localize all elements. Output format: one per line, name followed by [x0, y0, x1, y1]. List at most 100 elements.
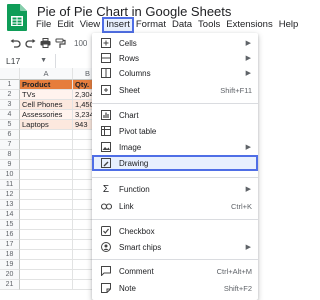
menu-item-label: Note — [119, 283, 136, 293]
insert-menu-dropdown: Cells ▶ Rows ▶ Columns ▶ Sheet Shift+F11… — [92, 33, 258, 300]
menu-item-columns[interactable]: Columns ▶ — [92, 66, 258, 80]
smart-chips-icon — [100, 241, 112, 253]
row-header[interactable]: 17 — [0, 240, 20, 250]
menu-item-pivot-table[interactable]: Pivot table — [92, 124, 258, 138]
menu-item-label: Cells — [119, 38, 137, 48]
table-cell[interactable]: Cell Phones — [20, 100, 73, 110]
empty-cell[interactable] — [20, 150, 73, 160]
menu-item-link[interactable]: Link Ctrl+K — [92, 199, 258, 213]
note-icon — [100, 282, 112, 294]
menu-data[interactable]: Data — [169, 18, 195, 32]
row-header[interactable]: 1 — [0, 80, 20, 90]
chart-icon — [100, 109, 112, 121]
empty-cell[interactable] — [20, 240, 73, 250]
menu-item-label: Pivot table — [119, 126, 157, 136]
row-header[interactable]: 9 — [0, 160, 20, 170]
menu-item-label: Image — [119, 142, 142, 152]
menu-item-comment[interactable]: Comment Ctrl+Alt+M — [92, 264, 258, 278]
menu-item-sheet[interactable]: Sheet Shift+F11 — [92, 83, 258, 97]
empty-cell[interactable] — [20, 210, 73, 220]
submenu-arrow-icon: ▶ — [245, 244, 251, 251]
menu-item-cells[interactable]: Cells ▶ — [92, 36, 258, 50]
row-header[interactable]: 2 — [0, 90, 20, 100]
row-header[interactable]: 12 — [0, 190, 20, 200]
table-cell[interactable]: TVs — [20, 90, 73, 100]
empty-cell[interactable] — [20, 170, 73, 180]
row-header[interactable]: 16 — [0, 230, 20, 240]
empty-cell[interactable] — [20, 260, 73, 270]
menu-item-rows[interactable]: Rows ▶ — [92, 51, 258, 65]
menu-item-label: Function — [119, 184, 150, 194]
chevron-down-icon: ▼ — [40, 57, 47, 64]
row-header[interactable]: 8 — [0, 150, 20, 160]
empty-cell[interactable] — [20, 270, 73, 280]
image-icon — [100, 141, 112, 153]
empty-cell[interactable] — [20, 280, 73, 290]
empty-cell[interactable] — [20, 180, 73, 190]
name-box[interactable]: L17 ▼ — [4, 54, 56, 68]
menu-item-label: Columns — [119, 68, 151, 78]
table-cell[interactable]: Assessories — [20, 110, 73, 120]
menu-item-label: Sheet — [119, 85, 140, 95]
menu-item-checkbox[interactable]: Checkbox — [92, 224, 258, 238]
empty-cell[interactable] — [20, 220, 73, 230]
row-header[interactable]: 6 — [0, 130, 20, 140]
row-header[interactable]: 13 — [0, 200, 20, 210]
menu-edit[interactable]: Edit — [54, 18, 76, 32]
row-header[interactable]: 18 — [0, 250, 20, 260]
sigma-icon: Σ — [102, 183, 110, 195]
empty-cell[interactable] — [20, 190, 73, 200]
menu-item-smart-chips[interactable]: Smart chips ▶ — [92, 240, 258, 254]
menu-item-note[interactable]: Note Shift+F2 — [92, 281, 258, 295]
submenu-arrow-icon: ▶ — [245, 55, 251, 62]
empty-cell[interactable] — [20, 200, 73, 210]
menu-view[interactable]: View — [77, 18, 103, 32]
row-header[interactable]: 15 — [0, 220, 20, 230]
table-cell[interactable]: Laptops — [20, 120, 73, 130]
row-header[interactable]: 19 — [0, 260, 20, 270]
row-header[interactable]: 3 — [0, 100, 20, 110]
row-header[interactable]: 7 — [0, 140, 20, 150]
menu-help[interactable]: Help — [276, 18, 302, 32]
submenu-arrow-icon: ▶ — [245, 144, 251, 151]
redo-icon[interactable] — [23, 36, 37, 50]
empty-cell[interactable] — [20, 160, 73, 170]
sheets-logo-icon[interactable] — [7, 4, 27, 31]
row-header[interactable]: 21 — [0, 280, 20, 290]
undo-icon[interactable] — [8, 36, 22, 50]
column-header-a[interactable]: A — [20, 68, 73, 80]
empty-cell[interactable] — [20, 250, 73, 260]
row-header[interactable]: 11 — [0, 180, 20, 190]
menu-format[interactable]: Format — [133, 18, 169, 32]
empty-cell[interactable] — [20, 140, 73, 150]
zoom-select[interactable]: 100 — [74, 39, 87, 48]
select-all-corner[interactable] — [0, 68, 20, 80]
menu-file[interactable]: File — [33, 18, 54, 32]
menu-item-label: Chart — [119, 110, 139, 120]
row-header[interactable]: 5 — [0, 120, 20, 130]
menu-item-function[interactable]: Σ Function ▶ — [92, 182, 258, 196]
menu-item-label: Rows — [119, 53, 140, 63]
paint-format-icon[interactable] — [53, 36, 67, 50]
menu-insert[interactable]: Insert — [102, 17, 134, 33]
comment-icon — [100, 265, 112, 277]
menu-divider — [92, 177, 258, 178]
print-icon[interactable] — [38, 36, 52, 50]
empty-cell[interactable] — [20, 130, 73, 140]
row-header[interactable]: 10 — [0, 170, 20, 180]
menu-item-chart[interactable]: Chart — [92, 108, 258, 122]
shortcut-text: Shift+F11 — [220, 85, 252, 95]
row-header[interactable]: 20 — [0, 270, 20, 280]
row-header[interactable]: 14 — [0, 210, 20, 220]
menu-item-label: Smart chips — [119, 242, 162, 252]
menu-item-drawing[interactable]: Drawing — [92, 155, 258, 171]
document-title[interactable]: Pie of Pie Chart in Google Sheets — [37, 4, 231, 19]
table-header-product[interactable]: Product — [20, 80, 73, 90]
menu-item-image[interactable]: Image ▶ — [92, 140, 258, 154]
empty-cell[interactable] — [20, 230, 73, 240]
menu-tools[interactable]: Tools — [195, 18, 223, 32]
menu-divider — [92, 259, 258, 260]
row-header[interactable]: 4 — [0, 110, 20, 120]
menu-item-label: Link — [119, 201, 134, 211]
menu-extensions[interactable]: Extensions — [223, 18, 275, 32]
